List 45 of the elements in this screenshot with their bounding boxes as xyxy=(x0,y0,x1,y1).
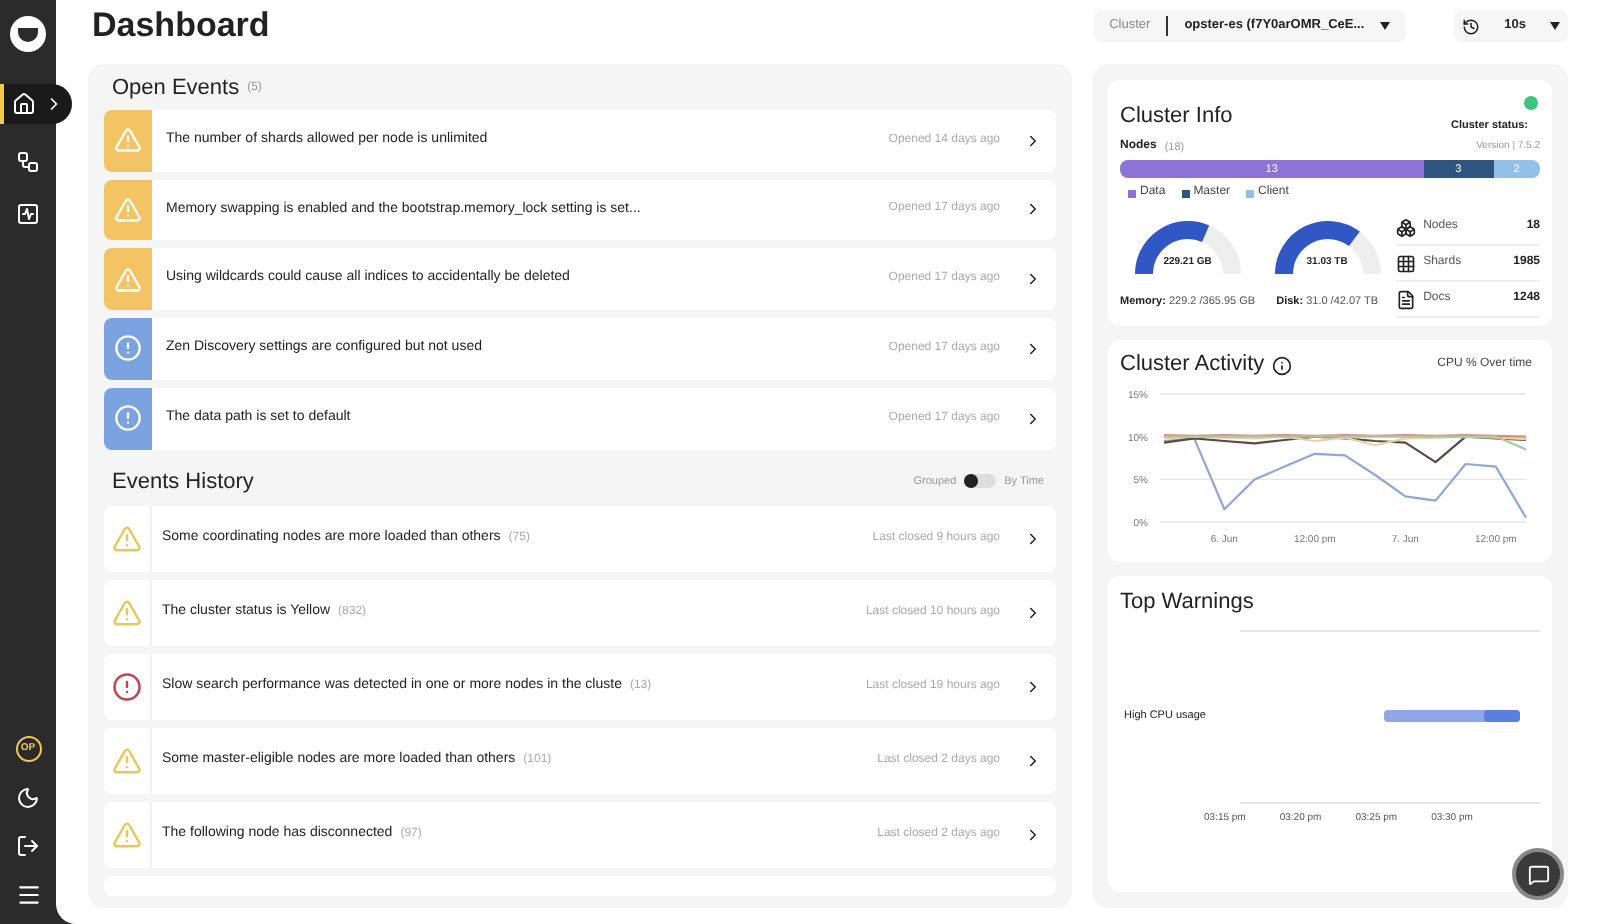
logout-icon[interactable] xyxy=(16,834,40,858)
section-title: Events History xyxy=(112,467,254,498)
chevron-icon xyxy=(1024,826,1042,845)
chevron-icon xyxy=(1024,409,1042,428)
history-icon xyxy=(1462,17,1481,35)
warning-icon xyxy=(112,524,142,555)
warning-icon xyxy=(112,820,142,851)
alert-icon xyxy=(114,404,142,433)
chat-icon xyxy=(1527,863,1549,885)
toggle-switch[interactable] xyxy=(964,474,997,489)
chat-button[interactable] xyxy=(1512,848,1564,900)
card-title: Cluster Info xyxy=(1120,102,1233,132)
warning-icon xyxy=(114,265,142,294)
caret-icon xyxy=(1380,22,1391,30)
monitor-icon xyxy=(16,202,40,226)
warning-icon xyxy=(114,126,142,155)
section-title: Open Events xyxy=(112,74,240,105)
info-icon[interactable] xyxy=(1272,355,1293,375)
chevron-icon xyxy=(1024,530,1042,549)
home-icon xyxy=(12,92,36,116)
alert-icon xyxy=(114,334,142,363)
diagram-icon xyxy=(16,150,40,174)
chevron-icon xyxy=(1024,339,1042,358)
chevron-icon xyxy=(1024,678,1042,697)
chevron-icon xyxy=(1024,131,1042,150)
moon-icon[interactable] xyxy=(16,786,40,810)
page-title: Dashboard xyxy=(92,4,270,49)
document-icon xyxy=(1395,289,1416,310)
nav-item[interactable] xyxy=(0,84,72,124)
chevron-icon xyxy=(1024,200,1042,219)
chevron-icon xyxy=(1024,604,1042,623)
logo-icon xyxy=(10,16,46,52)
timeline-bar xyxy=(1384,710,1524,723)
card-title: Cluster Activity xyxy=(1120,350,1265,381)
warning-icon xyxy=(112,746,142,777)
warning-icon xyxy=(114,195,142,224)
nodes-icon xyxy=(1395,217,1416,238)
card-title: Top Warnings xyxy=(1120,587,1256,618)
alert-icon xyxy=(112,672,142,703)
chevron-icon xyxy=(1024,752,1042,771)
grid-icon xyxy=(1395,253,1416,274)
chevron-icon xyxy=(1024,270,1042,289)
caret-icon xyxy=(1550,22,1560,30)
menu-icon[interactable] xyxy=(15,882,41,908)
warning-icon xyxy=(112,598,142,629)
